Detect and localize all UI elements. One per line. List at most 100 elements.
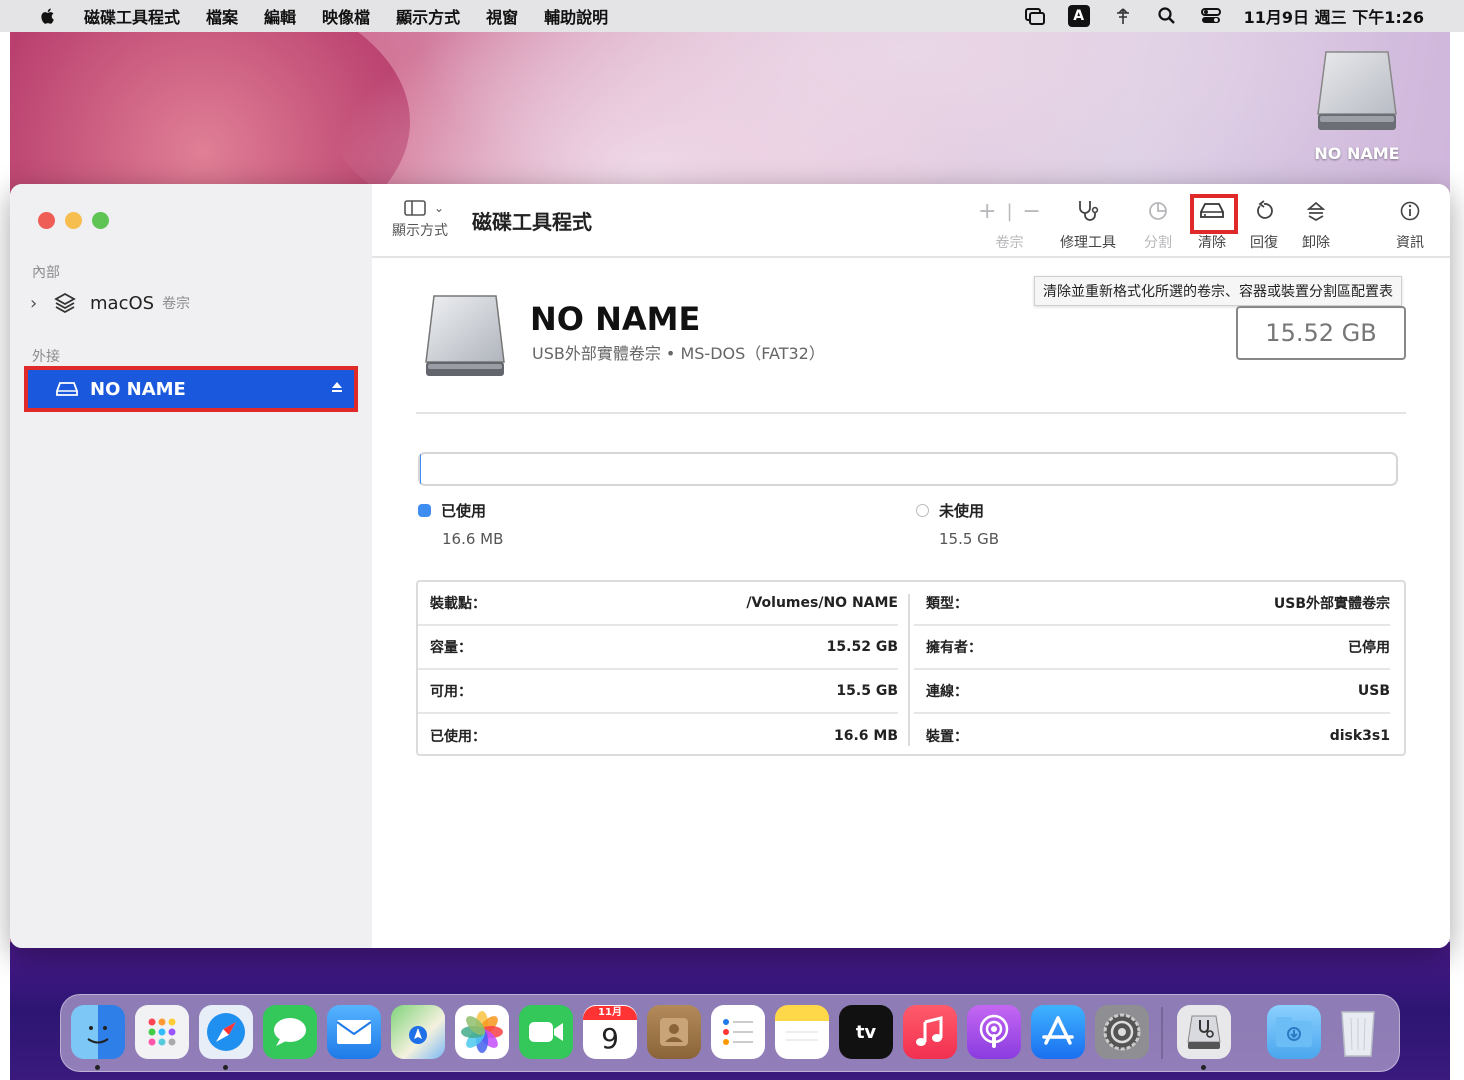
music-icon[interactable]: [903, 1005, 957, 1059]
row-key: 裝置：: [926, 729, 968, 745]
column-separator: [908, 594, 910, 746]
eject-icon[interactable]: [330, 380, 344, 394]
partition-label: 分割: [1144, 235, 1172, 251]
menu-image[interactable]: 映像檔: [322, 4, 370, 28]
desktop-drive-label: NO NAME: [1314, 144, 1400, 163]
menubar-clock[interactable]: 11月9日 週三 下午1:26: [1244, 4, 1424, 28]
used-value: 16.6 MB: [442, 530, 504, 548]
close-button[interactable]: [38, 212, 55, 229]
partition-button[interactable]: 分割: [1144, 198, 1172, 252]
notes-icon[interactable]: [775, 1005, 829, 1059]
apple-tv-icon[interactable]: tv: [839, 1005, 893, 1059]
menu-edit[interactable]: 編輯: [264, 4, 296, 28]
minimize-button[interactable]: [65, 212, 82, 229]
info-button[interactable]: 資訊: [1396, 198, 1424, 252]
maps-icon[interactable]: [391, 1005, 445, 1059]
screen-mirroring-icon[interactable]: [1024, 6, 1046, 26]
table-row: 裝載點： /Volumes/NO NAME: [418, 582, 898, 626]
free-value: 15.5 GB: [939, 530, 1000, 548]
menu-window[interactable]: 視窗: [486, 4, 518, 28]
app-store-icon[interactable]: [1031, 1005, 1085, 1059]
sidebar-item-label: macOS: [90, 292, 155, 314]
row-value: 15.52 GB: [826, 639, 898, 655]
table-row: 裝置： disk3s1: [914, 714, 1390, 758]
row-key: 裝載點：: [430, 596, 486, 612]
menu-view[interactable]: 顯示方式: [396, 4, 460, 28]
row-value: 已停用: [1348, 640, 1390, 656]
row-key: 已使用：: [430, 729, 486, 745]
safari-icon[interactable]: [199, 1005, 253, 1059]
wifi-icon[interactable]: [1112, 6, 1134, 26]
volume-name: NO NAME: [530, 300, 701, 338]
system-preferences-icon[interactable]: [1095, 1005, 1149, 1059]
calendar-day: 9: [601, 1022, 619, 1055]
dock-separator: [1161, 1007, 1163, 1059]
downloads-folder-icon[interactable]: [1267, 1005, 1321, 1059]
stethoscope-icon: [1079, 201, 1099, 221]
volume-add-remove-button[interactable]: + | − 卷宗: [978, 198, 1041, 252]
mail-icon[interactable]: [327, 1005, 381, 1059]
window-controls: [38, 212, 109, 229]
divider: [416, 412, 1406, 414]
restore-label: 回復: [1250, 235, 1278, 251]
desktop-drive-icon[interactable]: NO NAME: [1310, 48, 1404, 166]
erase-tooltip: 清除並重新格式化所選的卷宗、容器或裝置分割區配置表: [1034, 276, 1402, 306]
input-source-icon[interactable]: A: [1067, 5, 1090, 27]
sidebar-item-label: NO NAME: [90, 378, 186, 400]
erase-button[interactable]: 清除: [1198, 198, 1226, 252]
usage-bar: [418, 452, 1398, 486]
row-value: 16.6 MB: [833, 728, 898, 744]
disk-utility-dock-icon[interactable]: [1177, 1005, 1231, 1059]
table-row: 容量： 15.52 GB: [418, 626, 898, 670]
info-table: 裝載點： /Volumes/NO NAME 容量： 15.52 GB 可用： 1…: [416, 580, 1406, 756]
menu-file[interactable]: 檔案: [206, 4, 238, 28]
legend-free: 未使用: [916, 500, 984, 521]
apple-icon[interactable]: [36, 6, 60, 26]
control-center-icon[interactable]: [1200, 6, 1222, 26]
volume-drive-icon: [425, 295, 505, 376]
capacity-badge: 15.52 GB: [1236, 306, 1406, 360]
first-aid-button[interactable]: 修理工具: [1060, 198, 1116, 252]
messages-icon[interactable]: [263, 1005, 317, 1059]
info-icon: [1400, 201, 1420, 221]
podcasts-icon[interactable]: [967, 1005, 1021, 1059]
apple-tv-label: tv: [855, 1021, 877, 1043]
unmount-button[interactable]: 卸除: [1302, 198, 1330, 252]
dock: 11月 9 tv: [60, 994, 1400, 1072]
table-row: 可用： 15.5 GB: [418, 670, 898, 714]
finder-icon[interactable]: [71, 1005, 125, 1059]
sidebar-item-no-name[interactable]: NO NAME: [24, 366, 358, 412]
calendar-icon[interactable]: 11月 9: [583, 1005, 637, 1059]
plus-icon: +: [978, 198, 997, 224]
chevron-down-icon: ⌄: [434, 201, 445, 215]
info-column-right: 類型： USB外部實體卷宗 擁有者： 已停用 連線： USB 裝置： disk3…: [914, 582, 1390, 758]
row-value: disk3s1: [1329, 728, 1390, 744]
restore-icon: [1257, 200, 1273, 219]
table-row: 擁有者： 已停用: [914, 626, 1390, 670]
trash-icon[interactable]: [1331, 1005, 1385, 1059]
erase-label: 清除: [1198, 235, 1226, 251]
facetime-icon[interactable]: [519, 1005, 573, 1059]
sidebar-item-macos[interactable]: › macOS 卷宗: [30, 292, 190, 314]
restore-button[interactable]: 回復: [1250, 198, 1278, 252]
search-icon[interactable]: [1156, 6, 1178, 26]
reminders-icon[interactable]: [711, 1005, 765, 1059]
main-panel: ⌄ 顯示方式 磁碟工具程式 + | − 卷宗 修理工具 分割 清除 回復 卸除 …: [372, 184, 1450, 948]
menu-help[interactable]: 輔助說明: [544, 4, 608, 28]
launchpad-icon[interactable]: [135, 1005, 189, 1059]
window-title: 磁碟工具程式: [472, 210, 592, 234]
disclosure-chevron-icon[interactable]: ›: [30, 293, 44, 314]
row-key: 連線：: [926, 684, 968, 700]
pie-chart-icon: [1149, 202, 1167, 220]
sidebar-section-external: 外接: [32, 349, 60, 365]
volume-label: 卷宗: [995, 235, 1024, 251]
running-indicator: [95, 1065, 100, 1070]
contacts-icon[interactable]: [647, 1005, 701, 1059]
view-menu-button[interactable]: ⌄ 顯示方式: [392, 200, 462, 240]
table-row: 類型： USB外部實體卷宗: [914, 582, 1390, 626]
photos-icon[interactable]: [455, 1005, 509, 1059]
erase-drive-icon: [1200, 203, 1224, 218]
free-swatch: [916, 504, 929, 517]
zoom-button[interactable]: [92, 212, 109, 229]
menu-app-name[interactable]: 磁碟工具程式: [84, 4, 180, 28]
